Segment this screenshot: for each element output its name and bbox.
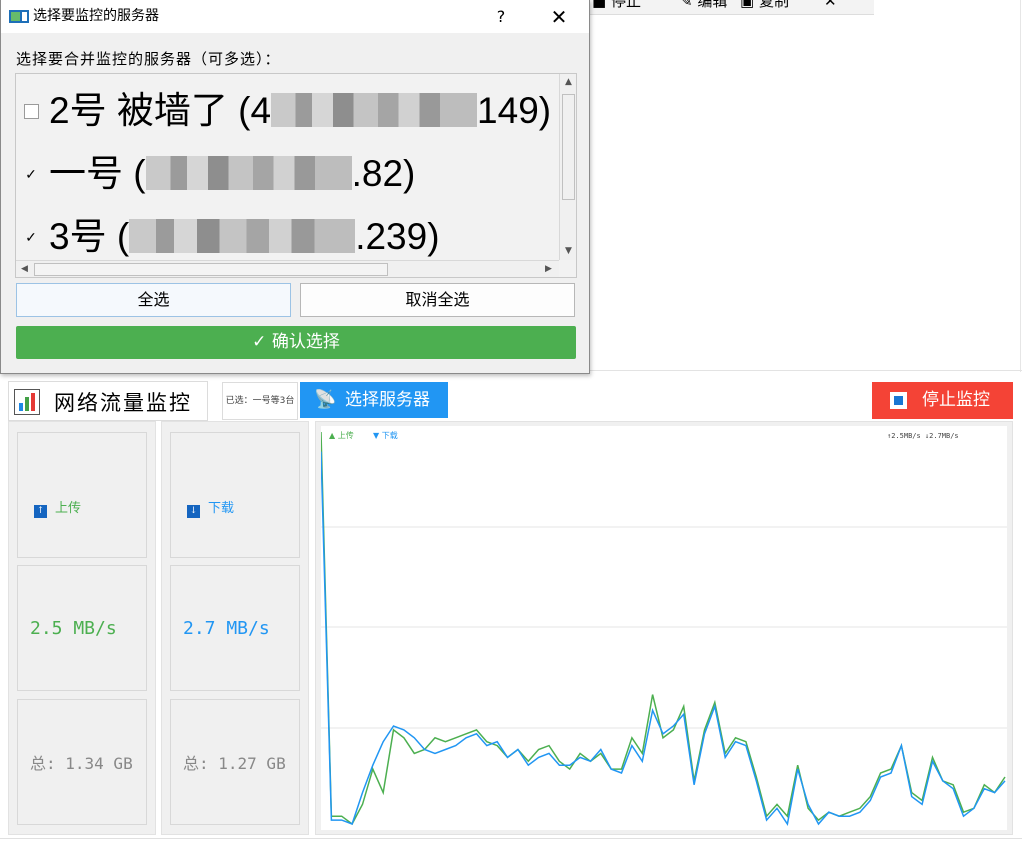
horizontal-scrollbar[interactable]: ◀ ▶ (16, 260, 559, 277)
toolbar-close-icon[interactable]: ✕ (824, 0, 837, 9)
chart-readout: ↑2.5MB/s ↓2.7MB/s (887, 432, 959, 440)
legend-upload: ▲ 上传 (329, 430, 354, 440)
toolbar-stop-button[interactable]: ■ 停止 (592, 0, 641, 9)
server-name-prefix: 一号 ( (49, 153, 146, 194)
legend-download: ▼ 下载 (373, 430, 398, 440)
background-toolbar: ■ 停止 ✎ 编辑 ▣ 复制 ✕ (590, 0, 874, 15)
monitor-title: 网络流量监控 (54, 391, 192, 415)
close-icon[interactable]: ✕ (539, 4, 579, 30)
select-server-label: 选择服务器 (345, 390, 430, 410)
server-name-prefix: 2号 被墙了 (4 (49, 90, 272, 131)
traffic-chart: ▲ 上传 ▼ 下载 ↑2.5MB/s ↓2.7MB/s (321, 426, 1007, 830)
upload-speed-box: 2.5 MB/s (17, 565, 147, 691)
dialog-titlebar: 选择要监控的服务器 ? ✕ (1, 0, 589, 33)
chart-plot-area (321, 426, 1007, 830)
app-window-icon (9, 10, 29, 23)
stop-icon (890, 392, 907, 409)
scroll-thumb[interactable] (562, 94, 575, 200)
selected-servers-label: 已选：一号等3台 (222, 382, 298, 420)
vertical-scrollbar[interactable]: ▲ ▼ (559, 74, 576, 260)
stop-monitoring-label: 停止监控 (922, 390, 990, 410)
upload-column: ↑ 上传 2.5 MB/s 总: 1.34 GB (8, 421, 156, 835)
select-all-button[interactable]: 全选 (16, 283, 291, 317)
scroll-right-icon[interactable]: ▶ (540, 261, 557, 277)
redacted-ip-block (129, 219, 356, 253)
server-name-suffix: .82) (351, 153, 416, 194)
scroll-thumb[interactable] (34, 263, 388, 276)
download-column: ↓ 下载 2.7 MB/s 总: 1.27 GB (161, 421, 309, 835)
server-name-prefix: 3号 ( (49, 216, 130, 257)
download-total-box: 总: 1.27 GB (170, 699, 300, 825)
upload-speed: 2.5 MB/s (30, 618, 117, 639)
download-total: 总: 1.27 GB (183, 754, 286, 773)
download-title-box: ↓ 下载 (170, 432, 300, 558)
dialog-prompt: 选择要合并监控的服务器（可多选）： (16, 50, 281, 68)
scroll-left-icon[interactable]: ◀ (16, 261, 33, 277)
download-title: 下载 (208, 501, 235, 516)
scroll-up-icon[interactable]: ▲ (560, 74, 576, 91)
upload-arrow-icon: ↑ (34, 505, 47, 518)
stop-monitoring-button[interactable]: 停止监控 (872, 382, 1013, 419)
bottom-divider (0, 838, 1022, 839)
redacted-ip-block (145, 156, 352, 190)
select-server-dialog: 选择要监控的服务器 ? ✕ 选择要合并监控的服务器（可多选）： 2号 被墙了 (… (0, 0, 590, 374)
upload-title-box: ↑ 上传 (17, 432, 147, 558)
bar-chart-icon (14, 389, 40, 415)
checkbox-icon[interactable] (24, 104, 39, 119)
select-server-button[interactable]: 📡 选择服务器 (300, 382, 448, 418)
download-speed-box: 2.7 MB/s (170, 565, 300, 691)
server-name-suffix: 149) (477, 90, 552, 131)
dialog-title: 选择要监控的服务器 (33, 8, 159, 24)
checkmark-icon[interactable]: ✓ (24, 230, 38, 244)
server-name-suffix: .239) (355, 216, 440, 257)
toolbar-copy-button[interactable]: ▣ 复制 (740, 0, 789, 9)
scroll-down-icon[interactable]: ▼ (560, 243, 576, 260)
help-button[interactable]: ? (483, 4, 519, 30)
download-speed: 2.7 MB/s (183, 618, 270, 639)
upload-title: 上传 (55, 501, 82, 516)
redacted-ip-block (271, 93, 478, 127)
download-arrow-icon: ↓ (187, 505, 200, 518)
upload-total-box: 总: 1.34 GB (17, 699, 147, 825)
satellite-dish-icon: 📡 (314, 389, 337, 410)
checkmark-icon[interactable]: ✓ (24, 167, 38, 181)
confirm-selection-button[interactable]: ✓ 确认选择 (16, 326, 576, 359)
deselect-all-button[interactable]: 取消全选 (300, 283, 575, 317)
server-list[interactable]: 2号 被墙了 (4 149) ✓ 一号 ( .82) ✓ 3号 ( .239) ▲ ▼… (15, 73, 577, 278)
upload-total: 总: 1.34 GB (30, 754, 133, 773)
toolbar-edit-button[interactable]: ✎ 编辑 (680, 0, 727, 9)
background-window-border (1020, 0, 1021, 372)
